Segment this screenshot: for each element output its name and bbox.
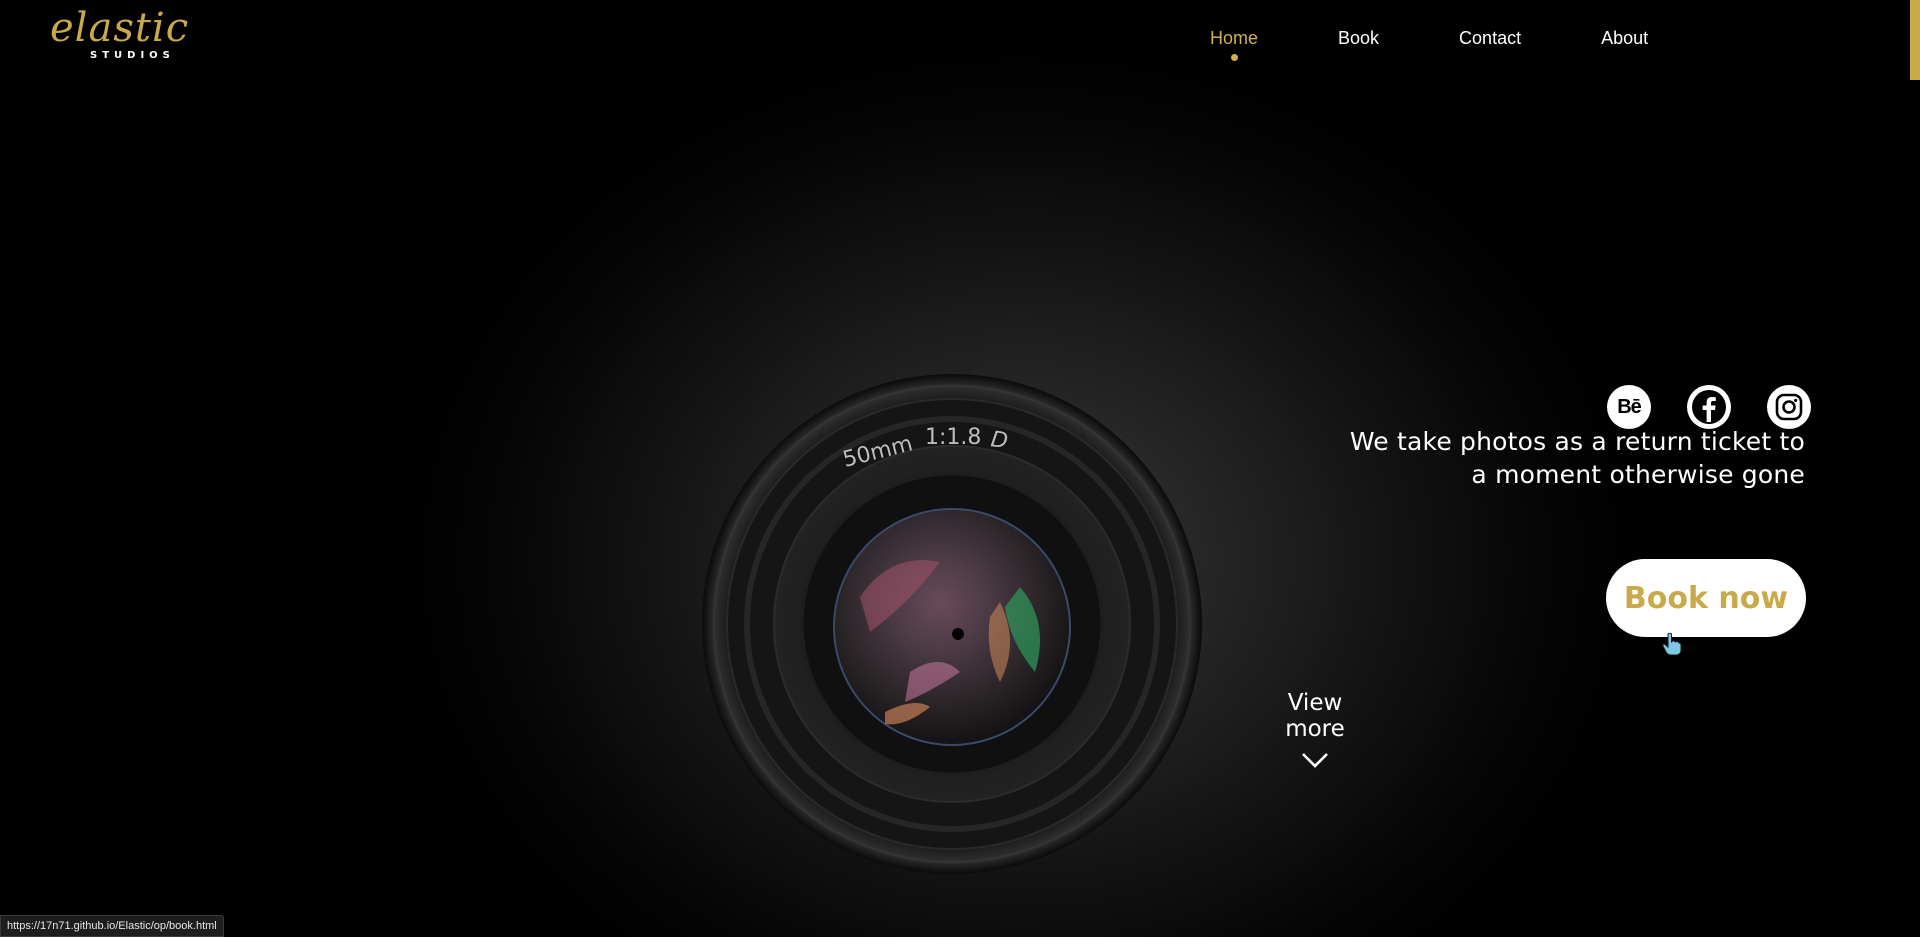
lens-mark-engraving: D: [989, 427, 1009, 454]
nav-item-label: Contact: [1459, 28, 1522, 48]
main-nav: Home Book Contact About: [1210, 28, 1728, 68]
view-more-link[interactable]: View more: [1255, 690, 1375, 770]
nav-item-home[interactable]: Home: [1210, 28, 1258, 68]
behance-icon[interactable]: Bē: [1607, 385, 1651, 429]
scrollbar-thumb[interactable]: [1910, 0, 1920, 80]
active-indicator-dot: [1231, 54, 1238, 61]
facebook-icon[interactable]: [1687, 385, 1731, 429]
behance-label: Bē: [1617, 395, 1642, 418]
hero-page: elastic STUDIOS Home Book Contact About: [0, 0, 1920, 937]
instagram-icon[interactable]: [1767, 385, 1811, 429]
facebook-glyph: [1692, 390, 1726, 424]
view-more-label: View more: [1285, 690, 1345, 742]
hand-cursor-icon: [1662, 632, 1682, 656]
logo-subtitle: STUDIOS: [90, 50, 175, 61]
chevron-down-icon: [1302, 753, 1328, 768]
tagline-line-1: We take photos as a return ticket to: [1349, 427, 1805, 456]
tagline-line-2: a moment otherwise gone: [1471, 460, 1805, 489]
nav-item-about[interactable]: About: [1601, 28, 1648, 68]
nav-item-book[interactable]: Book: [1338, 28, 1379, 68]
browser-status-url: https://17n71.github.io/Elastic/op/book.…: [0, 915, 224, 937]
lens-aperture-engraving: 1:1.8: [925, 425, 981, 450]
logo[interactable]: elastic STUDIOS: [50, 8, 210, 64]
book-now-button[interactable]: Book now: [1606, 559, 1806, 637]
nav-item-label: Book: [1338, 28, 1380, 48]
hero-tagline: We take photos as a return ticket to a m…: [1245, 425, 1805, 491]
social-links: Bē: [1607, 385, 1811, 429]
logo-script-text: elastic: [50, 5, 190, 51]
instagram-glyph: [1775, 393, 1803, 421]
nav-item-label: Home: [1210, 28, 1259, 48]
page-scrollbar[interactable]: [1908, 0, 1920, 937]
camera-lens-image: 50mm 1:1.8 D: [702, 374, 1202, 874]
nav-item-contact[interactable]: Contact: [1459, 28, 1521, 68]
nav-item-label: About: [1601, 28, 1649, 48]
